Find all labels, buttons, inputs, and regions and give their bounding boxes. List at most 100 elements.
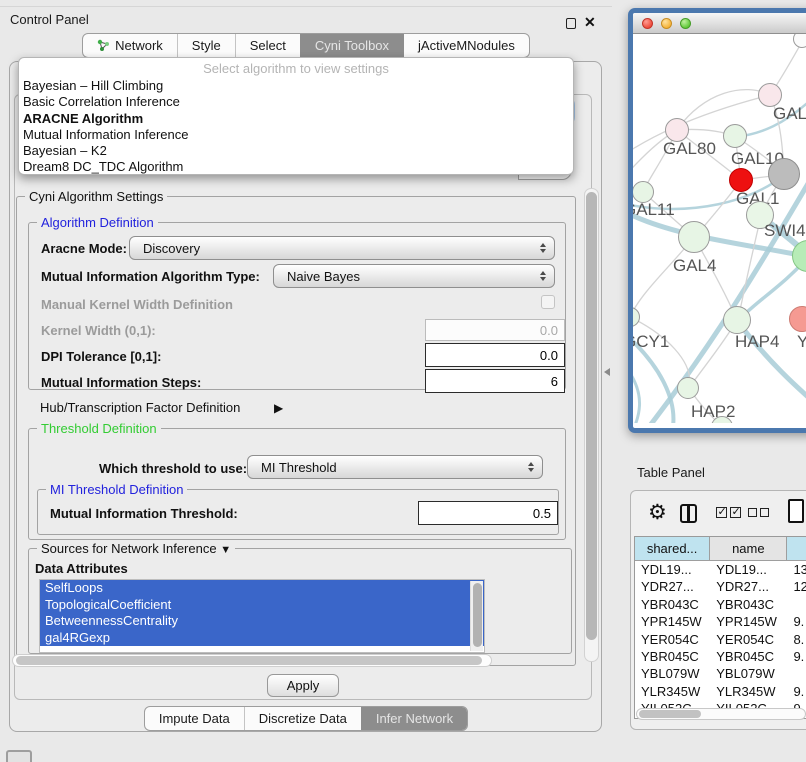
close-panel-icon[interactable]: ✕ <box>584 14 596 31</box>
minimize-window-icon[interactable] <box>661 18 672 29</box>
table-cell: YPR145W <box>710 613 787 630</box>
network-node-gal10[interactable] <box>723 124 747 148</box>
table-cell: YDL19... <box>635 561 710 578</box>
algorithm-option[interactable]: Bayesian – K2 <box>19 143 573 159</box>
zoom-window-icon[interactable] <box>680 18 691 29</box>
threshold-definition-group: Threshold Definition Which threshold to … <box>28 428 566 540</box>
node-label: SWI4 <box>764 221 806 241</box>
apply-button[interactable]: Apply <box>267 674 339 697</box>
tab-cyni-toolbox[interactable]: Cyni Toolbox <box>300 34 403 57</box>
collapse-arrow-icon[interactable] <box>220 541 231 556</box>
network-view-window[interactable]: GALGAL80GAL10GAL1GAL11SWI4GAL4GCY1YHAP4H… <box>628 8 806 433</box>
bottom-tabs: Impute DataDiscretize DataInfer Network <box>144 706 468 731</box>
table-cell: YBL079W <box>710 665 787 682</box>
tab-impute-data[interactable]: Impute Data <box>145 707 244 730</box>
select-all-icon[interactable] <box>716 507 741 518</box>
table-row[interactable]: YBR043CYBR043C <box>635 596 806 613</box>
table-cell: 9. <box>787 683 806 700</box>
minimized-panel-icon[interactable] <box>6 750 32 762</box>
table-cell: YER054C <box>635 631 710 648</box>
mi-type-label: Mutual Information Algorithm Type: <box>41 269 260 284</box>
float-window-icon[interactable] <box>566 18 576 29</box>
tab-style[interactable]: Style <box>177 34 235 57</box>
network-canvas[interactable]: GALGAL80GAL10GAL1GAL11SWI4GAL4GCY1YHAP4H… <box>633 34 806 423</box>
tab-infer-network[interactable]: Infer Network <box>361 707 467 730</box>
table-row[interactable]: YLR345WYLR345W9. <box>635 683 806 700</box>
attribute-item[interactable]: BetweennessCentrality <box>40 613 484 630</box>
attribute-item[interactable]: SelfLoops <box>40 580 484 597</box>
deselect-all-icon[interactable] <box>748 507 769 517</box>
attribute-item[interactable]: gal4RGexp <box>40 630 484 647</box>
data-attributes-list[interactable]: SelfLoopsTopologicalCoefficientBetweenne… <box>39 579 485 653</box>
network-node-gal4[interactable] <box>678 221 710 253</box>
list-scrollbar[interactable] <box>470 581 483 651</box>
table-row[interactable]: YPR145WYPR145W9. <box>635 613 806 630</box>
column-header[interactable]: shared... <box>635 537 710 561</box>
node-table[interactable]: shared...name YDL19...YDL19...13YDR27...… <box>634 536 806 719</box>
settings-horizontal-scrollbar[interactable] <box>12 654 492 667</box>
tab-discretize-data[interactable]: Discretize Data <box>244 707 361 730</box>
table-cell: YPR145W <box>635 613 710 630</box>
stepper-arrows-icon <box>540 243 546 253</box>
hub-definition-toggle[interactable]: Hub/Transcription Factor Definition <box>40 400 240 415</box>
table-row[interactable]: YBR045CYBR045C9. <box>635 648 806 665</box>
table-cell: YBR043C <box>635 596 710 613</box>
table-row[interactable]: YBL079WYBL079W <box>635 665 806 682</box>
node-label: GCY1 <box>633 332 669 352</box>
control-panel-titlebar: Control Panel ✕ <box>0 6 612 30</box>
algorithm-option[interactable]: Bayesian – Hill Climbing <box>19 78 573 94</box>
close-window-icon[interactable] <box>642 18 653 29</box>
mi-steps-input[interactable] <box>425 369 565 393</box>
algorithm-definition-group: Algorithm Definition Aracne Mode: Discov… <box>28 222 566 390</box>
split-columns-icon[interactable] <box>680 504 697 523</box>
document-icon[interactable] <box>788 499 804 523</box>
mi-threshold-input[interactable] <box>418 501 558 525</box>
table-row[interactable]: YDR27...YDR27...12 <box>635 578 806 595</box>
node-label: GAL <box>773 104 806 124</box>
tab-select[interactable]: Select <box>235 34 300 57</box>
mi-threshold-label: Mutual Information Threshold: <box>50 506 238 521</box>
node-label: GAL80 <box>663 139 716 159</box>
which-threshold-label: Which threshold to use: <box>99 461 247 476</box>
group-title: MI Threshold Definition <box>46 482 187 497</box>
table-toolbar: ⚙ <box>630 498 806 532</box>
top-tabs: NetworkStyleSelectCyni ToolboxjActiveMNo… <box>82 33 530 58</box>
network-window-titlebar[interactable] <box>633 13 806 34</box>
algorithm-option[interactable]: Basic Correlation Inference <box>19 94 573 110</box>
column-header[interactable] <box>787 537 806 561</box>
attribute-item[interactable]: TopologicalCoefficient <box>40 597 484 614</box>
network-node[interactable] <box>768 158 800 190</box>
splitter-collapse-icon[interactable] <box>604 368 610 376</box>
manual-kernel-checkbox[interactable] <box>541 295 555 309</box>
tab-network[interactable]: Network <box>83 34 177 57</box>
network-node-hap4[interactable] <box>723 306 751 334</box>
gear-icon[interactable]: ⚙ <box>648 500 667 525</box>
which-threshold-select[interactable]: MI Threshold <box>247 455 543 479</box>
mi-steps-label: Mutual Information Steps: <box>41 375 201 390</box>
manual-kernel-label: Manual Kernel Width Definition <box>41 297 233 312</box>
sources-title[interactable]: Sources for Network Inference <box>41 541 217 556</box>
mi-algorithm-type-select[interactable]: Naive Bayes <box>273 264 555 288</box>
table-horizontal-scrollbar[interactable] <box>636 708 806 720</box>
aracne-mode-select[interactable]: Discovery <box>129 236 555 260</box>
algorithm-option[interactable]: Dream8 DC_TDC Algorithm <box>19 159 573 175</box>
node-label: GAL11 <box>633 200 675 220</box>
table-row[interactable]: YER054CYER054C8. <box>635 631 806 648</box>
algorithm-option[interactable]: ARACNE Algorithm <box>19 111 573 127</box>
network-node-hap2[interactable] <box>677 377 699 399</box>
table-row[interactable]: YDL19...YDL19...13 <box>635 561 806 578</box>
sources-group: Sources for Network Inference Data Attri… <box>28 548 572 654</box>
table-cell <box>787 596 806 613</box>
aracne-mode-label: Aracne Mode: <box>41 241 127 256</box>
kernel-width-input[interactable] <box>425 319 565 341</box>
settings-vertical-scrollbar[interactable] <box>584 188 599 662</box>
which-threshold-value: MI Threshold <box>261 460 337 475</box>
algorithm-option[interactable]: Mutual Information Inference <box>19 127 573 143</box>
table-cell: YDL19... <box>710 561 787 578</box>
expand-arrow-icon[interactable] <box>274 399 283 417</box>
table-cell: YLR345W <box>635 683 710 700</box>
tab-jactivemnodules[interactable]: jActiveMNodules <box>403 34 529 57</box>
dpi-tolerance-input[interactable] <box>425 343 565 367</box>
column-header[interactable]: name <box>710 537 787 561</box>
dpi-tolerance-label: DPI Tolerance [0,1]: <box>41 349 161 364</box>
